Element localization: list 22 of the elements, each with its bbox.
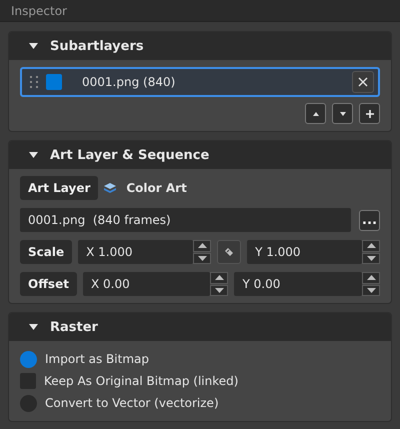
panel-title: Raster xyxy=(50,320,98,334)
option-label: Keep As Original Bitmap (linked) xyxy=(44,374,238,388)
scale-y-field[interactable]: Y 1.000 xyxy=(247,240,362,264)
offset-x-field[interactable]: X 0.00 xyxy=(82,272,210,296)
layer-row[interactable]: 0001.png (840) xyxy=(20,67,380,97)
scale-x-field[interactable]: X 1.000 xyxy=(78,240,194,264)
option-label: Import as Bitmap xyxy=(45,352,149,366)
scale-button[interactable]: Scale xyxy=(20,240,72,264)
window-title: Inspector xyxy=(11,4,67,18)
panel-header[interactable]: Subartlayers xyxy=(9,32,391,60)
option-label: Convert to Vector (vectorize) xyxy=(45,396,219,410)
offset-y-field[interactable]: Y 0.00 xyxy=(234,272,362,296)
panel-header[interactable]: Art Layer & Sequence xyxy=(9,141,391,169)
panel-title: Art Layer & Sequence xyxy=(50,148,210,162)
art-layer-button[interactable]: Art Layer xyxy=(20,176,98,200)
layer-name: 0001.png (840) xyxy=(81,75,176,89)
panel-header[interactable]: Raster xyxy=(9,313,391,341)
offset-button[interactable]: Offset xyxy=(20,272,77,296)
panel-title: Subartlayers xyxy=(50,38,144,54)
sequence-field[interactable]: 0001.png (840 frames) xyxy=(20,208,351,232)
browse-button[interactable]: ... xyxy=(359,210,380,230)
layer-type-label: Color Art xyxy=(126,181,187,195)
